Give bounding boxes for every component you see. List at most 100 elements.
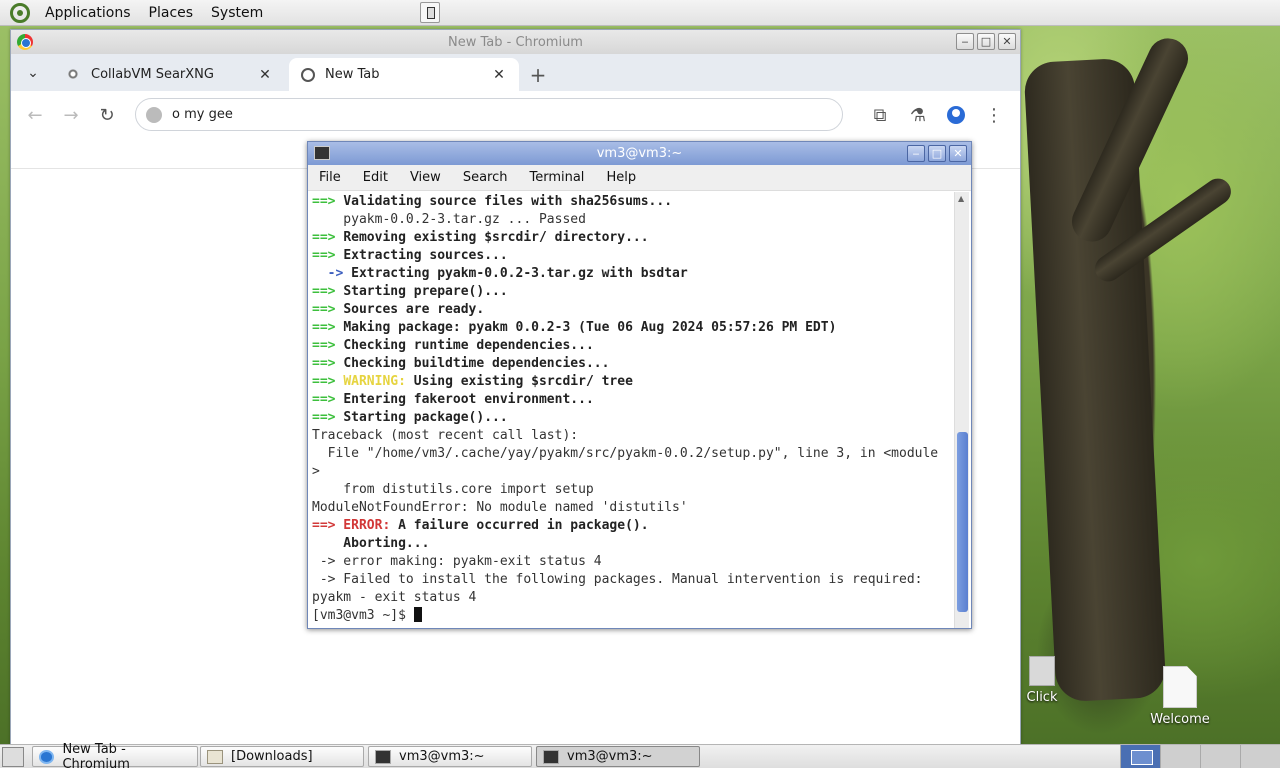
tab-close-icon[interactable]: ✕ [257,67,273,83]
workspace-4[interactable] [1240,745,1280,768]
menu-search[interactable]: Search [452,170,519,185]
labs-flask-icon[interactable]: ⚗ [902,99,934,131]
terminal-line: -> Extracting pyakm-0.0.2-3.tar.gz with … [312,265,951,283]
taskbar-item-terminal-2[interactable]: vm3@vm3:~ [536,746,700,767]
terminal-output[interactable]: ==> Validating source files with sha256s… [308,192,955,628]
profile-button[interactable] [940,99,972,131]
terminal-text: Aborting... [312,536,430,551]
desktop-icon-click[interactable]: Click [1022,656,1062,705]
reload-icon[interactable]: ↻ [91,99,123,131]
terminal-line: ==> Validating source files with sha256s… [312,193,951,211]
terminal-text: Checking buildtime dependencies... [343,356,610,371]
terminal-line: ==> Checking runtime dependencies... [312,337,951,355]
folder-icon [207,749,223,764]
taskbar-item-label: [Downloads] [231,749,313,764]
taskbar-item-downloads[interactable]: [Downloads] [200,746,364,767]
terminal-text: Making package: pyakm 0.0.2-3 (Tue 06 Au… [343,320,837,335]
back-arrow-icon[interactable]: ← [19,99,51,131]
terminal-line: ==> Starting prepare()... [312,283,951,301]
terminal-text: Checking runtime dependencies... [343,338,594,353]
profile-avatar-icon [947,106,965,124]
terminal-scrollbar[interactable]: ▲ [954,192,969,628]
scrollbar-thumb[interactable] [957,432,968,612]
menu-applications[interactable]: Applications [36,0,140,26]
terminal-text: -> error making: pyakm-exit status 4 [312,554,602,569]
terminal-line: ==> Extracting sources... [312,247,951,265]
terminal-titlebar[interactable]: vm3@vm3:~ ‒ □ ✕ [308,142,971,165]
workspace-3[interactable] [1200,745,1240,768]
file-icon [1029,656,1055,686]
menu-terminal[interactable]: Terminal [518,170,595,185]
terminal-text: Sources are ready. [343,302,485,317]
terminal-line: pyakm-0.0.2-3.tar.gz ... Passed [312,211,951,229]
terminal-line: [vm3@vm3 ~]$ [312,607,951,625]
terminal-text: ==> [312,194,344,209]
new-tab-button[interactable]: + [523,58,553,91]
minimize-button[interactable]: ‒ [956,33,974,50]
taskbar-item-label: New Tab - Chromium [62,741,130,768]
terminal-text: -> Failed to install the following packa… [312,572,923,587]
menu-file[interactable]: File [308,170,352,185]
workspace-2[interactable] [1160,745,1200,768]
menu-edit[interactable]: Edit [352,170,399,185]
terminal-line: ==> Sources are ready. [312,301,951,319]
workspace-1[interactable] [1120,745,1160,768]
terminal-line: ==> Checking buildtime dependencies... [312,355,951,373]
terminal-icon [375,749,391,764]
document-icon [1163,666,1197,708]
address-input[interactable] [172,107,772,122]
terminal-text: Extracting pyakm-0.0.2-3.tar.gz with bsd… [351,266,688,281]
distro-logo-icon[interactable] [10,2,30,23]
terminal-line: from distutils.core import setup [312,481,951,499]
terminal-text: ==> [312,302,344,317]
desktop-icon-welcome[interactable]: Welcome [1148,666,1212,727]
panel-launcher-icon[interactable] [420,2,440,23]
menu-places[interactable]: Places [140,0,203,26]
terminal-text: ==> [312,320,344,335]
terminal-line: Aborting... [312,535,951,553]
show-desktop-icon[interactable] [2,746,24,767]
bottom-panel: New Tab - Chromium [Downloads] vm3@vm3:~… [0,742,1280,768]
terminal-text: File "/home/vm3/.cache/yay/pyakm/src/pya… [312,446,939,461]
terminal-text: ==> [312,248,344,263]
globe-favicon-icon [301,67,315,82]
kebab-menu-icon[interactable]: ⋮ [978,99,1010,131]
extensions-puzzle-icon[interactable]: ⧉ [864,99,896,131]
terminal-text: Entering fakeroot environment... [343,392,594,407]
close-button[interactable]: ✕ [949,145,967,162]
terminal-text: > [312,464,320,479]
scroll-up-arrow-icon[interactable]: ▲ [958,194,964,203]
terminal-text: ==> [312,230,344,245]
forward-arrow-icon[interactable]: → [55,99,87,131]
terminal-text: pyakm-0.0.2-3.tar.gz ... Passed [312,212,586,227]
terminal-text: Using existing $srcdir/ tree [405,374,633,389]
terminal-text: ==> [312,356,344,371]
taskbar-item-terminal-1[interactable]: vm3@vm3:~ [368,746,532,767]
terminal-menubar: File Edit View Search Terminal Help [308,165,971,191]
search-engine-icon [146,106,162,123]
terminal-text: ==> [312,338,344,353]
maximize-button[interactable]: □ [928,145,946,162]
chromium-titlebar[interactable]: New Tab - Chromium ‒ □ ✕ [11,30,1020,54]
taskbar-item-chromium[interactable]: New Tab - Chromium [32,742,198,768]
minimize-button[interactable]: ‒ [907,145,925,162]
terminal-line: ModuleNotFoundError: No module named 'di… [312,499,951,517]
menu-system[interactable]: System [202,0,272,26]
menu-view[interactable]: View [399,170,452,185]
searxng-favicon-icon [67,67,81,82]
tab-collabvm-searxng[interactable]: CollabVM SearXNG ✕ [55,58,285,91]
close-button[interactable]: ✕ [998,33,1016,50]
tab-close-icon[interactable]: ✕ [491,67,507,83]
menu-help[interactable]: Help [595,170,647,185]
maximize-button[interactable]: □ [977,33,995,50]
terminal-text: ModuleNotFoundError: No module named 'di… [312,500,688,515]
terminal-line: ==> Starting package()... [312,409,951,427]
top-panel: Applications Places System [0,0,1280,26]
address-bar[interactable] [135,98,843,131]
terminal-text: Validating source files with sha256sums.… [343,194,673,209]
terminal-line: ==> Removing existing $srcdir/ directory… [312,229,951,247]
tab-search-chevron-down-icon[interactable]: ⌄ [11,54,55,91]
terminal-cursor [413,607,422,622]
tab-new-tab[interactable]: New Tab ✕ [289,58,519,91]
terminal-text: WARNING: [343,374,406,389]
